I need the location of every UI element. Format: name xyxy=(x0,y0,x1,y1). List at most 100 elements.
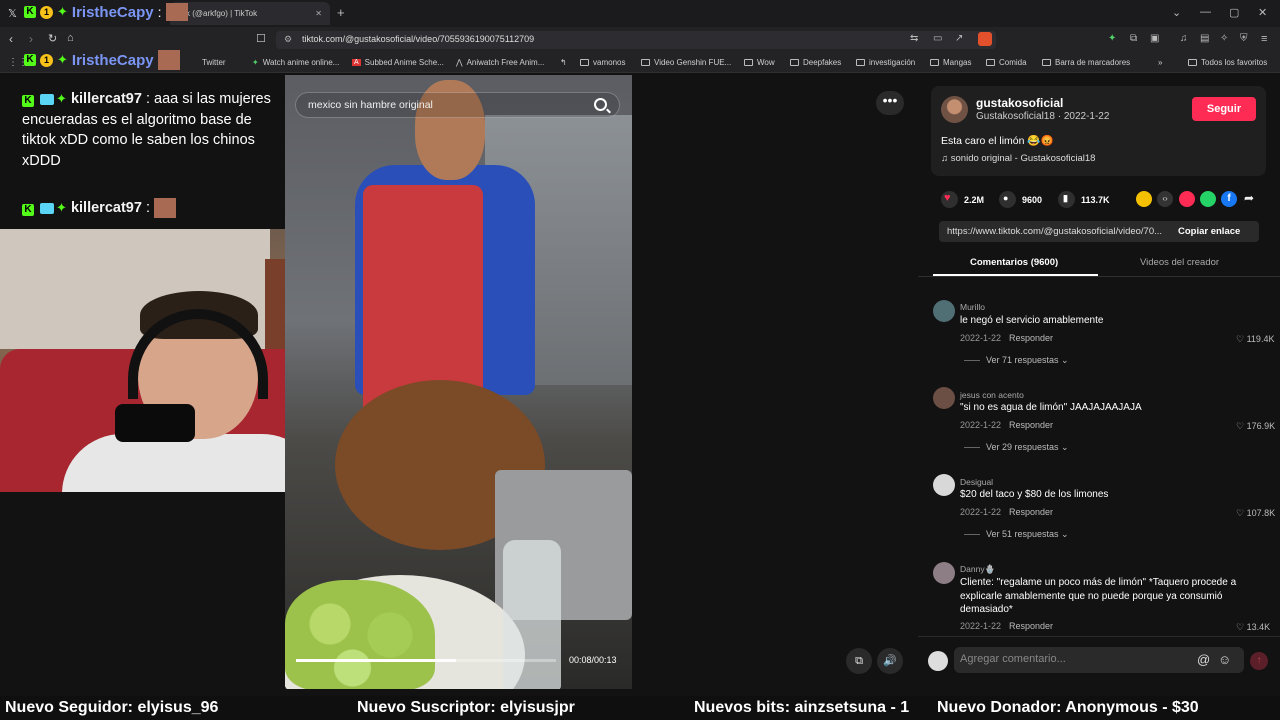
post-comment-button[interactable]: ↑ xyxy=(1250,652,1268,670)
bookmark-folder-deepfakes[interactable]: Deepfakes xyxy=(790,58,841,67)
tab-close-icon[interactable]: ✕ xyxy=(315,9,322,18)
url-text[interactable]: tiktok.com/@gustakosoficial/video/705593… xyxy=(302,34,534,44)
video-limes xyxy=(285,580,435,689)
menu-icon[interactable]: ≡ xyxy=(1261,33,1267,45)
share-page-icon[interactable]: ↗ xyxy=(955,33,963,44)
ticker-new-bits: Nuevos bits: ainzsetsuna - 1 xyxy=(694,699,910,716)
new-tab-icon[interactable]: + xyxy=(337,5,345,20)
bookmark-folder-genshin[interactable]: Video Genshin FUE... xyxy=(641,58,731,67)
reply-button[interactable]: Responder xyxy=(1009,507,1053,517)
extensions-icon[interactable]: ⧉ xyxy=(1130,33,1137,44)
bookmark-folder-mangas[interactable]: Mangas xyxy=(930,58,971,67)
comment-avatar[interactable] xyxy=(933,387,955,409)
save-stat[interactable]: ▮ 113.7K xyxy=(1058,191,1110,208)
comment-date: 2022-1-22 xyxy=(960,621,1002,631)
view-replies-button[interactable]: Ver 29 respuestas ⌄ xyxy=(964,442,1069,453)
sidebar-icon[interactable]: ▣ xyxy=(1150,33,1159,44)
reply-button[interactable]: Responder xyxy=(1009,333,1053,343)
video-bottle xyxy=(503,540,561,689)
comment-username[interactable]: Desigual xyxy=(960,477,993,487)
tab-search-chevron-icon[interactable]: ⌄ xyxy=(1172,6,1181,19)
user-avatar[interactable] xyxy=(928,651,948,671)
send-to-friends-icon[interactable] xyxy=(1179,191,1195,207)
video-progress-bar[interactable] xyxy=(296,659,556,662)
bookmark-folder-investigacion[interactable]: investigación xyxy=(856,58,915,67)
reload-icon[interactable]: ↻ xyxy=(48,32,57,45)
bookmark-icon[interactable]: ☐ xyxy=(256,32,266,45)
tiktok-video-player[interactable] xyxy=(285,75,632,689)
creator-avatar[interactable] xyxy=(941,96,968,123)
bookmark-all-favorites[interactable]: Todos los favoritos xyxy=(1188,58,1267,67)
chat-message: K ✦ killercat97 : xyxy=(22,198,287,219)
extension-leaf-icon[interactable]: ✦ xyxy=(1108,33,1116,44)
search-icon[interactable] xyxy=(594,98,607,111)
video-search-text[interactable]: mexico sin hambre original xyxy=(308,99,433,111)
volume-button[interactable]: 🔊 xyxy=(877,648,903,674)
whatsapp-icon[interactable] xyxy=(1200,191,1216,207)
comment-like[interactable]: ♡ 13.4K xyxy=(1236,622,1270,633)
view-replies-button[interactable]: Ver 51 respuestas ⌄ xyxy=(964,529,1069,540)
bookmark-arrow[interactable]: ↰ xyxy=(560,58,567,67)
comment-placeholder[interactable]: Agregar comentario... xyxy=(960,653,1066,665)
site-info-icon[interactable]: ⚙ xyxy=(284,34,292,45)
coin-share-icon[interactable] xyxy=(1136,191,1152,207)
video-link-text[interactable]: https://www.tiktok.com/@gustakosoficial/… xyxy=(947,226,1175,237)
more-bookmarks-chevron-icon[interactable]: » xyxy=(1158,58,1162,67)
comment-like[interactable]: ♡ 176.9K xyxy=(1236,421,1275,432)
cast-icon[interactable]: ▭ xyxy=(933,33,942,44)
bookmark-aniwatch[interactable]: ⋀ Aniwatch Free Anim... xyxy=(456,58,544,67)
forward-icon[interactable]: › xyxy=(29,32,33,46)
video-sound[interactable]: ♫ sonido original - Gustakosoficial18 xyxy=(941,153,1095,164)
minimize-icon[interactable]: — xyxy=(1200,6,1211,18)
bookmark-folder-wow[interactable]: Wow xyxy=(744,58,775,67)
copy-link-button[interactable]: Copiar enlace xyxy=(1178,226,1240,237)
bookmark-twitter[interactable]: Twitter xyxy=(202,58,226,67)
kick-logo-icon: K xyxy=(22,95,34,107)
a-logo-icon: A xyxy=(352,59,361,66)
reply-button[interactable]: Responder xyxy=(1009,420,1053,430)
comment-like[interactable]: ♡ 107.8K xyxy=(1236,508,1275,519)
creator-username[interactable]: gustakosoficial xyxy=(976,96,1063,110)
brave-shield-icon[interactable] xyxy=(978,32,992,46)
maximize-icon[interactable]: ▢ xyxy=(1229,6,1239,19)
comment-username[interactable]: Danny🪬 xyxy=(960,564,995,575)
comment-avatar[interactable] xyxy=(933,474,955,496)
emoji-icon[interactable]: ☺ xyxy=(1218,652,1231,667)
back-icon[interactable]: ‹ xyxy=(9,32,13,46)
browser-tab-active[interactable]: Ark (@arkfgo) | TikTok ✕ xyxy=(170,2,330,25)
more-options-button[interactable]: ••• xyxy=(876,91,904,115)
bookmark-watch-anime[interactable]: ✦ Watch anime online... xyxy=(252,58,339,67)
comment-username[interactable]: Murillo xyxy=(960,302,985,312)
leo-icon[interactable]: ✧ xyxy=(1220,33,1228,44)
bookmark-folder-comida[interactable]: Comida xyxy=(986,58,1027,67)
heart-outline-icon: ♡ xyxy=(1236,334,1245,344)
comment-like[interactable]: ♡ 119.4K xyxy=(1236,334,1274,345)
bookmark-folder-vamonos[interactable]: vamonos xyxy=(580,58,625,67)
mention-icon[interactable]: @ xyxy=(1197,652,1210,667)
x-icon[interactable]: 𝕏 xyxy=(8,7,17,20)
bookmark-folder-barra[interactable]: Barra de marcadores xyxy=(1042,58,1130,67)
vpn-icon[interactable]: ⛨ xyxy=(1240,33,1248,44)
music-icon[interactable]: ♫ xyxy=(1180,33,1188,44)
comment-stat[interactable]: ● 9600 xyxy=(999,191,1042,208)
wallet-icon[interactable]: ▤ xyxy=(1200,33,1209,44)
embed-code-icon[interactable]: ‹› xyxy=(1157,191,1173,207)
like-stat[interactable]: ♥ 2.2M xyxy=(941,191,984,208)
tab-comments[interactable]: Comentarios (9600) xyxy=(970,257,1058,268)
view-replies-button[interactable]: Ver 71 respuestas ⌄ xyxy=(964,355,1069,366)
tab-creator-videos[interactable]: Videos del creador xyxy=(1140,257,1219,268)
share-arrow-icon[interactable]: ➦ xyxy=(1244,191,1254,205)
comment-avatar[interactable] xyxy=(933,300,955,322)
comment-username[interactable]: jesus con acento xyxy=(960,390,1024,400)
reply-button[interactable]: Responder xyxy=(1009,621,1053,631)
overlay-username: IristheCapy xyxy=(71,3,154,21)
facebook-icon[interactable]: f xyxy=(1221,191,1237,207)
pip-button[interactable]: ⧉ xyxy=(846,648,872,674)
tab-divider xyxy=(918,276,1280,277)
close-window-icon[interactable]: ✕ xyxy=(1258,6,1267,19)
follow-button[interactable]: Seguir xyxy=(1192,97,1256,121)
translate-icon[interactable]: ⇆ xyxy=(910,33,918,44)
home-icon[interactable]: ⌂ xyxy=(67,32,74,44)
comment-avatar[interactable] xyxy=(933,562,955,584)
bookmark-subbed-anime[interactable]: A Subbed Anime Sche... xyxy=(352,58,444,67)
